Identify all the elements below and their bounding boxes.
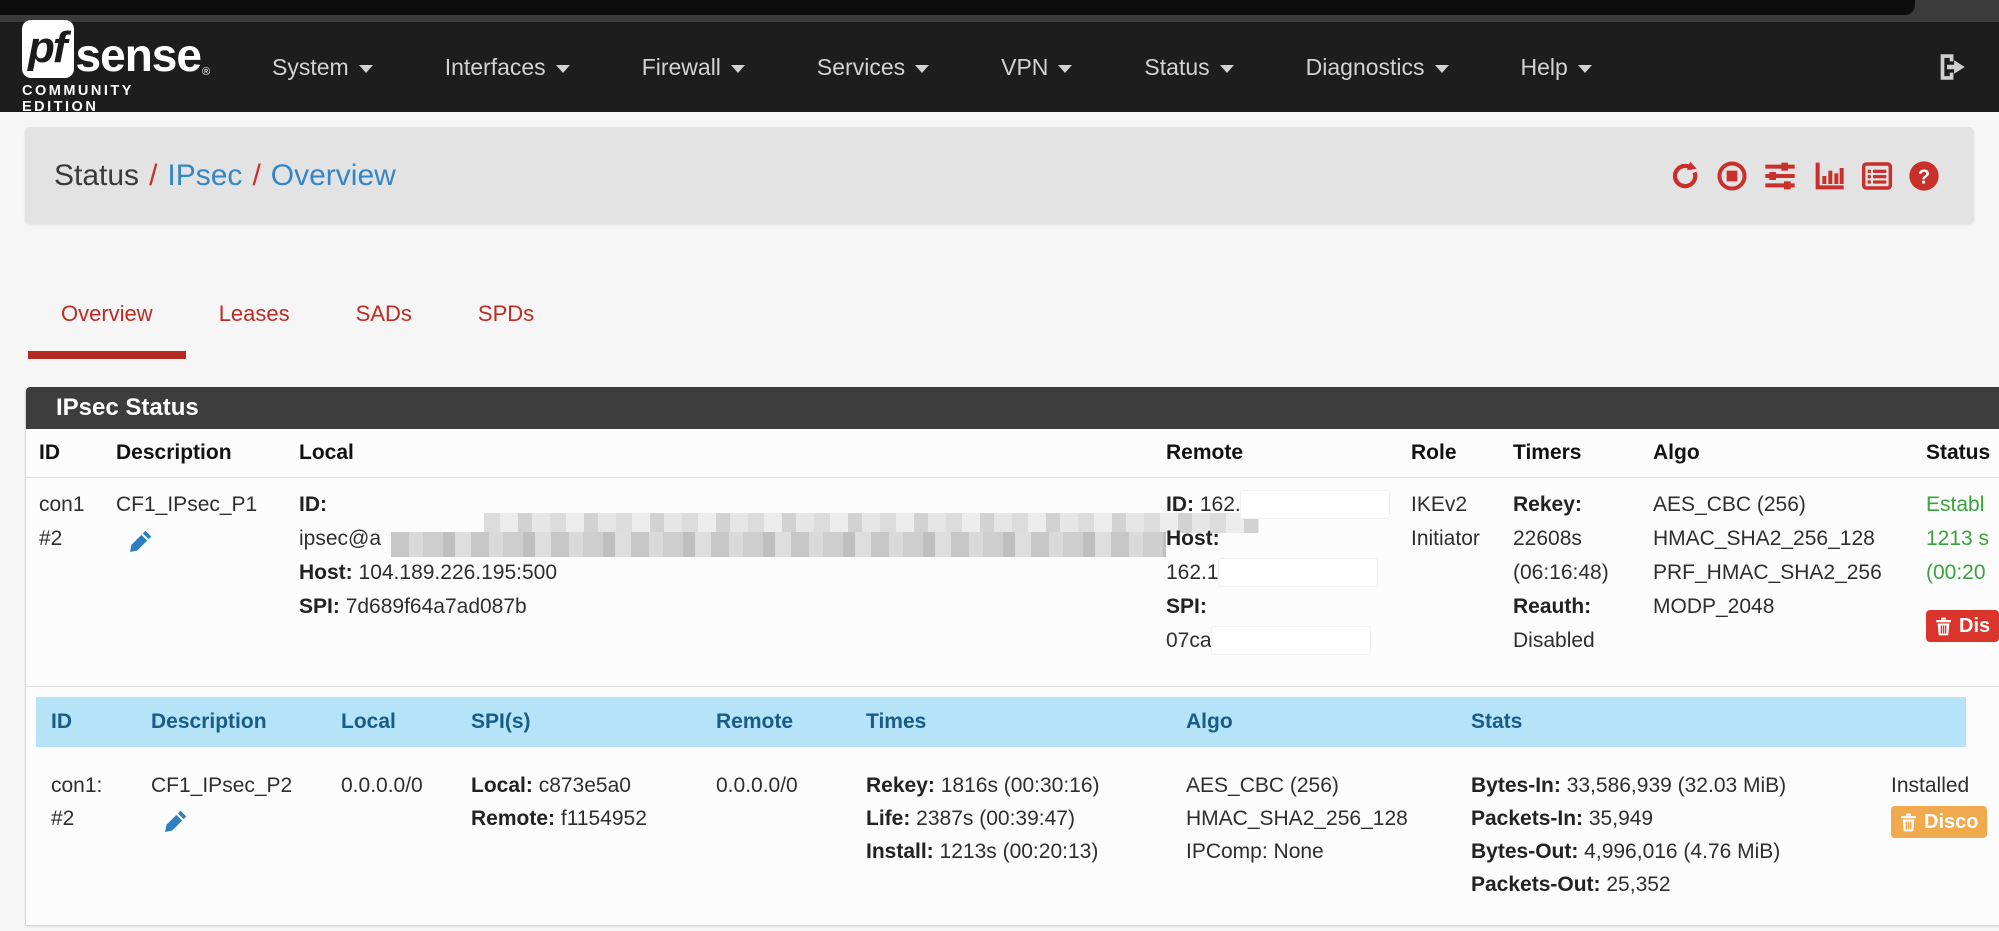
redaction-pixelated (484, 513, 1259, 533)
breadcrumb-link-ipsec[interactable]: IPsec (167, 159, 242, 192)
col-id: ID (36, 697, 136, 747)
tab-sads[interactable]: SADs (323, 283, 445, 359)
chevron-down-icon (1058, 65, 1072, 73)
panel-title: IPsec Status (26, 387, 1999, 429)
redaction-box (1219, 559, 1377, 586)
col-times: Times (851, 697, 1171, 747)
tab-overview[interactable]: Overview (28, 283, 186, 359)
child-stats-cell: Bytes-In: 33,586,939 (32.03 MiB)Packets-… (1456, 769, 1876, 901)
sliders-icon[interactable] (1763, 160, 1797, 192)
chevron-down-icon (1578, 65, 1592, 73)
disconnect-button[interactable]: Dis (1926, 610, 1999, 642)
page-header-bar: Status / IPsec / Overview (25, 127, 1974, 224)
ipsec-status-panel: IPsec Status ID Description Local Remote… (25, 387, 1999, 926)
child-remote-cell: 0.0.0.0/0 (701, 769, 851, 901)
nav-item-firewall[interactable]: Firewall (606, 40, 781, 95)
col-local: Local (286, 429, 1153, 477)
col-status: Status (1913, 429, 1999, 477)
help-icon[interactable]: ? (1908, 160, 1940, 192)
status-established: Establ (1926, 488, 1999, 522)
nav-item-help[interactable]: Help (1485, 40, 1628, 95)
child-status-cell: Installed Disco (1876, 769, 1966, 901)
chevron-down-icon (915, 65, 929, 73)
child-table-row: con1: #2 CF1_IPsec_P2 0.0.0.0/0 Local: c… (36, 747, 1966, 925)
chevron-down-icon (359, 65, 373, 73)
child-times-cell: Rekey: 1816s (00:30:16) Life: 2387s (00:… (851, 769, 1171, 901)
nav-menu: System Interfaces Firewall Services VPN … (236, 40, 1628, 95)
child-local-cell: 0.0.0.0/0 (326, 769, 456, 901)
disconnect-button[interactable]: Disco (1891, 806, 1987, 838)
logo-pf-mark: pf (22, 20, 74, 78)
breadcrumb-section: Status (54, 159, 139, 192)
status-installed: Installed (1891, 769, 1960, 802)
nav-item-system[interactable]: System (236, 40, 409, 95)
child-algo-cell: AES_CBC (256) HMAC_SHA2_256_128 IPComp: … (1171, 769, 1456, 901)
breadcrumb-separator: / (149, 159, 157, 192)
list-icon[interactable] (1861, 160, 1893, 192)
edit-pencil-icon[interactable] (163, 808, 189, 834)
logout-icon[interactable] (1935, 50, 1969, 84)
trash-icon (1900, 813, 1917, 832)
child-table-header: ID Description Local SPI(s) Remote Times… (36, 697, 1966, 747)
ike-table-header: ID Description Local Remote Role Timers … (26, 429, 1999, 478)
child-spis-cell: Local: c873e5a0 Remote: f1154952 (456, 769, 701, 901)
ike-description-cell: CF1_IPsec_P1 (103, 488, 286, 658)
breadcrumb-separator: / (252, 159, 260, 192)
col-local: Local (326, 697, 456, 747)
browser-tab-piece (0, 0, 1915, 15)
col-description: Description (103, 429, 286, 477)
ike-role-cell: IKEv2 Initiator (1398, 488, 1500, 658)
nav-item-status[interactable]: Status (1108, 40, 1269, 95)
edit-pencil-icon[interactable] (128, 528, 154, 554)
ike-id-cell: con1 #2 (26, 488, 103, 658)
col-timers: Timers (1500, 429, 1640, 477)
tab-leases[interactable]: Leases (186, 283, 323, 359)
child-description-cell: CF1_IPsec_P2 (136, 769, 326, 901)
ike-status-cell: Establ 1213 s (00:20 Dis (1913, 488, 1999, 658)
col-algo: Algo (1171, 697, 1456, 747)
header-action-icons: ? (1669, 160, 1940, 192)
ike-remote-cell: ID: 162. Host: 162.1 SPI: 07ca (1153, 488, 1398, 658)
pfsense-logo[interactable]: pf sense ® COMMUNITY EDITION (22, 20, 212, 115)
chevron-down-icon (731, 65, 745, 73)
logo-registered-mark: ® (202, 66, 210, 78)
svg-text:?: ? (1918, 166, 1930, 188)
chevron-down-icon (1220, 65, 1234, 73)
logo-subtitle: COMMUNITY EDITION (22, 83, 212, 115)
ike-table-row: con1 #2 CF1_IPsec_P1 ID: ipsec@a Host: 1… (26, 478, 1999, 687)
nav-item-interfaces[interactable]: Interfaces (409, 40, 606, 95)
col-id: ID (26, 429, 103, 477)
child-sa-table: ID Description Local SPI(s) Remote Times… (36, 697, 1966, 925)
nav-item-vpn[interactable]: VPN (965, 40, 1108, 95)
chevron-down-icon (556, 65, 570, 73)
main-navbar: pf sense ® COMMUNITY EDITION System Inte… (0, 22, 1999, 112)
redaction-box (1212, 627, 1370, 654)
redaction-box (1241, 491, 1389, 518)
ike-timers-cell: Rekey: 22608s (06:16:48) Reauth: Disable… (1500, 488, 1640, 658)
bar-chart-icon[interactable] (1812, 160, 1846, 192)
breadcrumb: Status / IPsec / Overview (54, 159, 396, 193)
ike-algo-cell: AES_CBC (256) HMAC_SHA2_256_128 PRF_HMAC… (1640, 488, 1913, 658)
col-stats: Stats (1456, 697, 1876, 747)
refresh-icon[interactable] (1669, 160, 1701, 192)
trash-icon (1935, 617, 1952, 636)
col-description: Description (136, 697, 326, 747)
nav-item-diagnostics[interactable]: Diagnostics (1270, 40, 1485, 95)
child-id-cell: con1: #2 (36, 769, 136, 901)
redaction-pixelated (391, 532, 1166, 557)
col-spis: SPI(s) (456, 697, 701, 747)
browser-chrome-strip (0, 0, 1999, 22)
logo-sense-text: sense (76, 32, 201, 78)
stop-icon[interactable] (1716, 160, 1748, 192)
col-remote: Remote (1153, 429, 1398, 477)
chevron-down-icon (1435, 65, 1449, 73)
col-remote: Remote (701, 697, 851, 747)
col-algo: Algo (1640, 429, 1913, 477)
breadcrumb-link-overview[interactable]: Overview (271, 159, 396, 192)
tab-spds[interactable]: SPDs (445, 283, 567, 359)
ike-local-cell: ID: ipsec@a Host: 104.189.226.195:500 SP… (286, 488, 1153, 658)
nav-item-services[interactable]: Services (781, 40, 965, 95)
col-role: Role (1398, 429, 1500, 477)
ipsec-tabs: Overview Leases SADs SPDs (28, 283, 567, 359)
